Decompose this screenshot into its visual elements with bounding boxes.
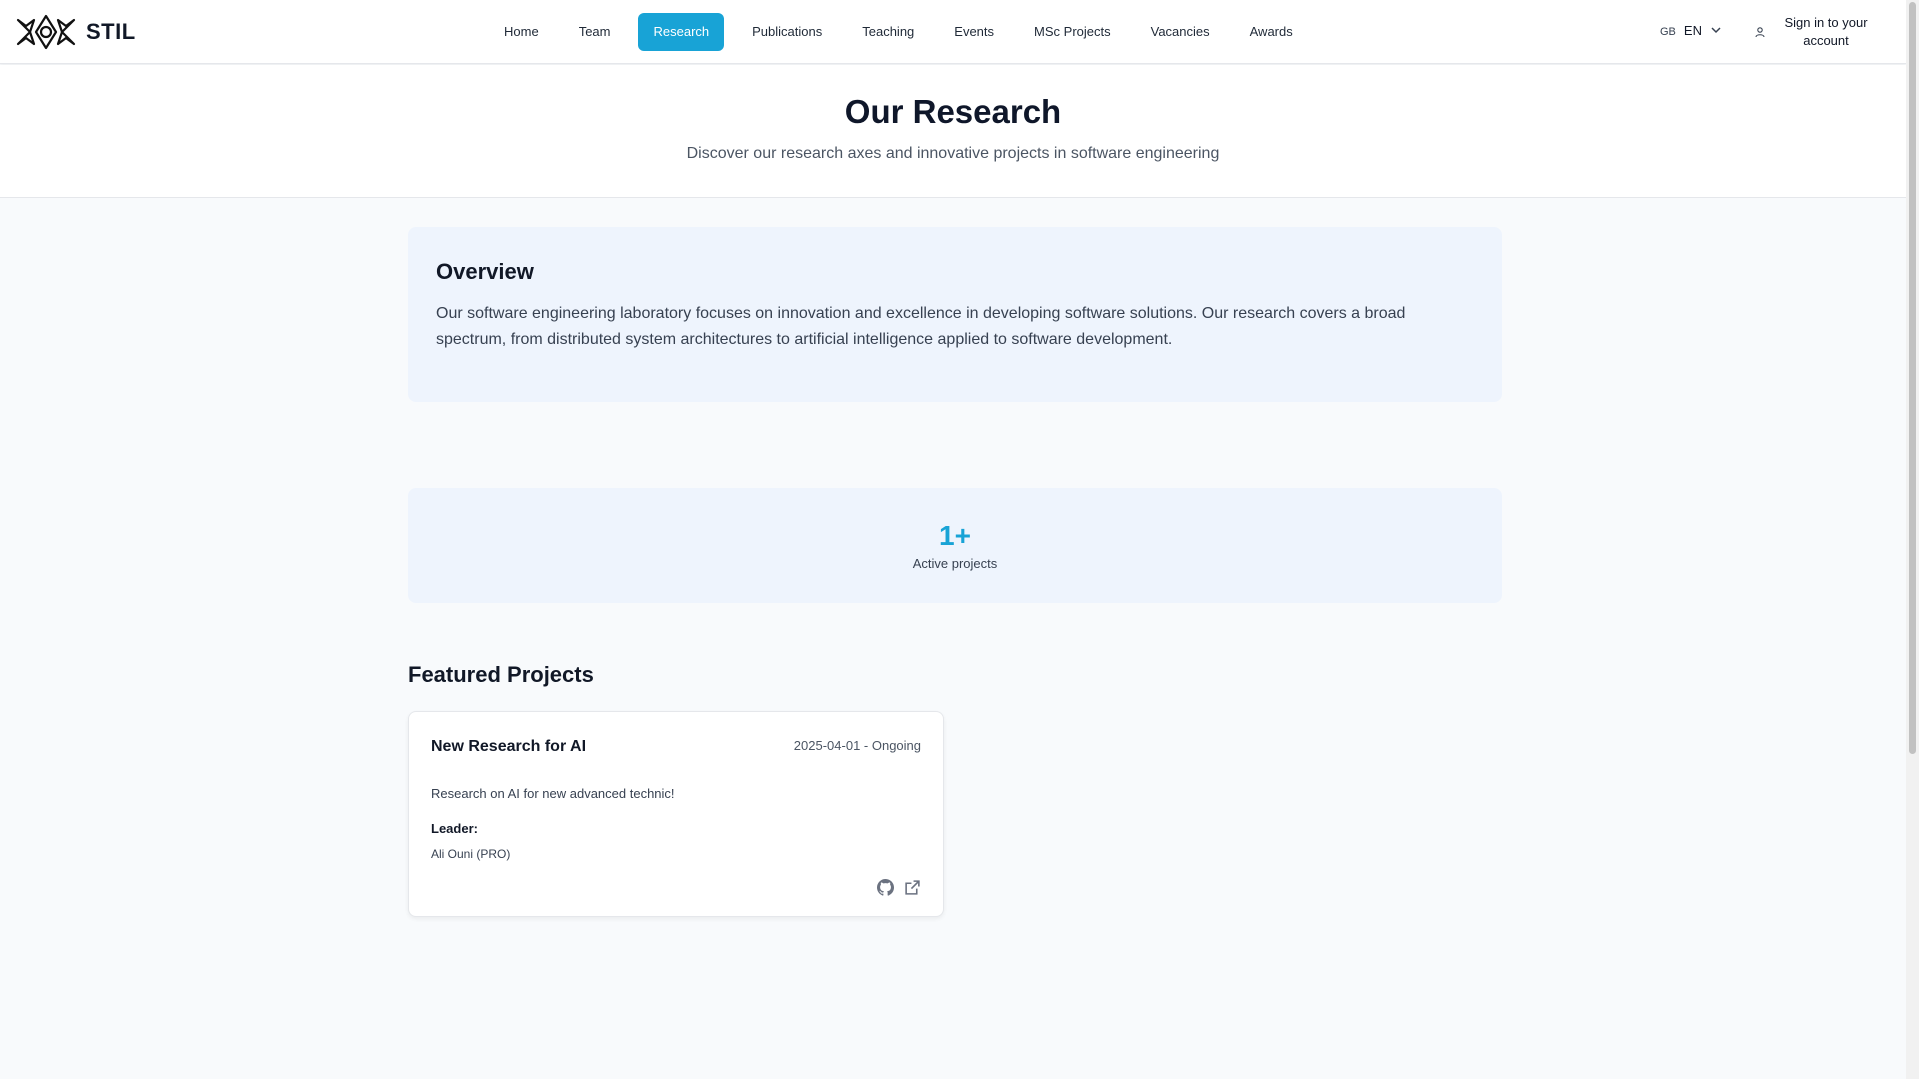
nav-research[interactable]: Research — [638, 13, 725, 51]
nav-vacancies[interactable]: Vacancies — [1131, 13, 1230, 51]
top-navbar: STIL Home Team Research Publications Tea… — [0, 0, 1906, 64]
page-subtitle: Discover our research axes and innovativ… — [686, 145, 1220, 162]
active-projects-label: Active projects — [912, 556, 998, 571]
overview-title: Overview — [436, 259, 534, 284]
project-leader-label: Leader: — [431, 821, 478, 836]
logo[interactable]: STIL — [16, 12, 136, 52]
nav-awards[interactable]: Awards — [1230, 13, 1313, 51]
project-links — [877, 879, 921, 896]
external-link-icon[interactable] — [904, 879, 921, 896]
stats-card: 1+ Active projects — [408, 488, 1502, 603]
page-title: Our Research — [844, 93, 1062, 130]
project-date-status: 2025-04-01 - Ongoing — [793, 738, 921, 753]
language-selector[interactable]: GB EN — [1660, 22, 1722, 38]
language-code: EN — [1683, 22, 1702, 38]
active-projects-count: 1+ — [939, 520, 971, 551]
signin-label: Sign in to your account — [1784, 15, 1868, 48]
scrollbar-thumb[interactable] — [1909, 2, 1916, 754]
nav-msc-projects[interactable]: MSc Projects — [1014, 13, 1131, 51]
flag-label: GB — [1660, 26, 1676, 38]
project-leader: Ali Ouni (PRO) — [431, 847, 511, 861]
overview-text: Our software engineering laboratory focu… — [436, 305, 1406, 348]
github-icon[interactable] — [877, 879, 894, 896]
nav-teaching[interactable]: Teaching — [842, 13, 934, 51]
page: STIL Home Team Research Publications Tea… — [0, 0, 1919, 1079]
overview-card: Overview Our software engineering labora… — [408, 227, 1502, 402]
hero-section: Our Research Discover our research axes … — [0, 65, 1906, 198]
chevron-down-icon — [1711, 27, 1721, 34]
featured-projects-title: Featured Projects — [408, 662, 594, 687]
project-title: New Research for AI — [431, 738, 587, 755]
main-nav: Home Team Research Publications Teaching… — [484, 13, 1313, 51]
project-description: Research on AI for new advanced technic! — [431, 786, 675, 801]
signin-button[interactable]: Sign in to your account — [1754, 14, 1876, 50]
nav-events[interactable]: Events — [934, 13, 1014, 51]
nav-publications[interactable]: Publications — [732, 13, 842, 51]
nav-home[interactable]: Home — [484, 13, 559, 51]
project-card[interactable]: New Research for AI 2025-04-01 - Ongoing… — [408, 711, 944, 917]
nav-team[interactable]: Team — [559, 13, 631, 51]
vertical-scrollbar[interactable] — [1906, 0, 1919, 1079]
stil-logo-icon — [16, 14, 76, 50]
logo-text: STIL — [86, 19, 136, 44]
user-icon — [1755, 27, 1765, 38]
